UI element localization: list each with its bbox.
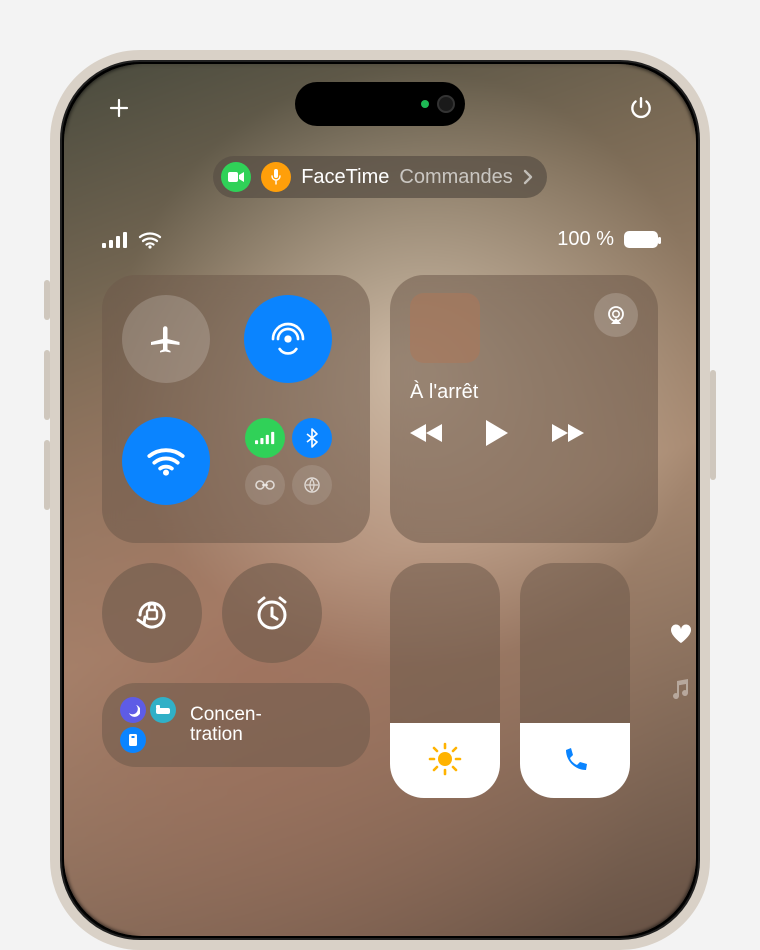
airplane-mode-toggle[interactable] [122, 295, 210, 383]
favorites-page-indicator[interactable] [670, 624, 692, 644]
airdrop-icon [268, 319, 308, 359]
bluetooth-toggle[interactable] [292, 418, 332, 458]
media-next-button[interactable] [550, 422, 584, 444]
side-button-mute [44, 280, 50, 320]
power-button[interactable] [624, 91, 658, 125]
connectivity-subgroup [244, 417, 332, 505]
brightness-slider[interactable] [390, 563, 500, 798]
microphone-icon [271, 169, 281, 185]
facetime-secondary-label: Commandes [399, 166, 512, 189]
cellular-data-toggle[interactable] [245, 418, 285, 458]
sun-icon [428, 742, 462, 776]
heart-icon [670, 624, 692, 644]
focus-mode-icons [120, 697, 176, 753]
orientation-lock-button[interactable] [102, 563, 202, 663]
facetime-status-pill[interactable]: FaceTime Commandes [213, 156, 547, 198]
airplane-icon [148, 321, 184, 357]
front-camera-lens [437, 95, 455, 113]
wifi-icon [146, 445, 186, 477]
orientation-lock-icon [130, 591, 174, 635]
sleep-focus-icon [150, 697, 176, 723]
bluetooth-icon [306, 428, 318, 448]
focus-tile[interactable]: Concen- tration [102, 683, 370, 767]
album-art-placeholder [410, 293, 480, 363]
media-play-button[interactable] [484, 418, 510, 448]
battery-percentage: 100 % [557, 228, 614, 251]
alarm-clock-icon [251, 592, 293, 634]
personal-focus-icon [120, 727, 146, 753]
rewind-icon [410, 422, 444, 444]
fastforward-icon [550, 422, 584, 444]
focus-label: Concen- tration [190, 705, 262, 745]
battery-icon [624, 231, 658, 248]
play-icon [484, 418, 510, 448]
camera-active-dot [421, 100, 429, 108]
chevron-right-icon [523, 169, 533, 185]
facetime-app-label: FaceTime [301, 166, 389, 189]
wifi-icon [138, 231, 162, 249]
music-page-indicator[interactable] [670, 678, 692, 700]
hotspot-icon [254, 479, 276, 491]
cellular-signal-icon [102, 232, 128, 248]
media-previous-button[interactable] [410, 422, 444, 444]
side-button-power [710, 370, 716, 480]
volume-slider[interactable] [520, 563, 630, 798]
add-controls-button[interactable] [102, 91, 136, 125]
phone-frame: FaceTime Commandes [50, 50, 710, 950]
mic-status-dot [261, 162, 291, 192]
alarm-button[interactable] [222, 563, 322, 663]
now-playing-tile[interactable]: À l'arrêt [390, 275, 658, 543]
airplay-button[interactable] [594, 293, 638, 337]
camera-status-dot [221, 162, 251, 192]
dynamic-island [295, 82, 465, 126]
phone-icon [560, 746, 590, 776]
screen: FaceTime Commandes [64, 64, 696, 936]
music-note-icon [670, 678, 690, 700]
now-playing-title: À l'arrêt [410, 381, 638, 404]
airplay-icon [605, 305, 627, 325]
video-icon [228, 171, 244, 183]
side-button-volume-down [44, 440, 50, 510]
side-button-volume-up [44, 350, 50, 420]
satellite-icon [303, 476, 321, 494]
connectivity-tile[interactable] [102, 275, 370, 543]
plus-icon [107, 96, 131, 120]
status-row: 100 % [102, 228, 658, 251]
personal-hotspot-toggle[interactable] [245, 465, 285, 505]
cellular-icon [255, 431, 275, 445]
wifi-toggle[interactable] [122, 417, 210, 505]
power-icon [628, 95, 654, 121]
do-not-disturb-icon [120, 697, 146, 723]
satellite-toggle[interactable] [292, 465, 332, 505]
airdrop-toggle[interactable] [244, 295, 332, 383]
